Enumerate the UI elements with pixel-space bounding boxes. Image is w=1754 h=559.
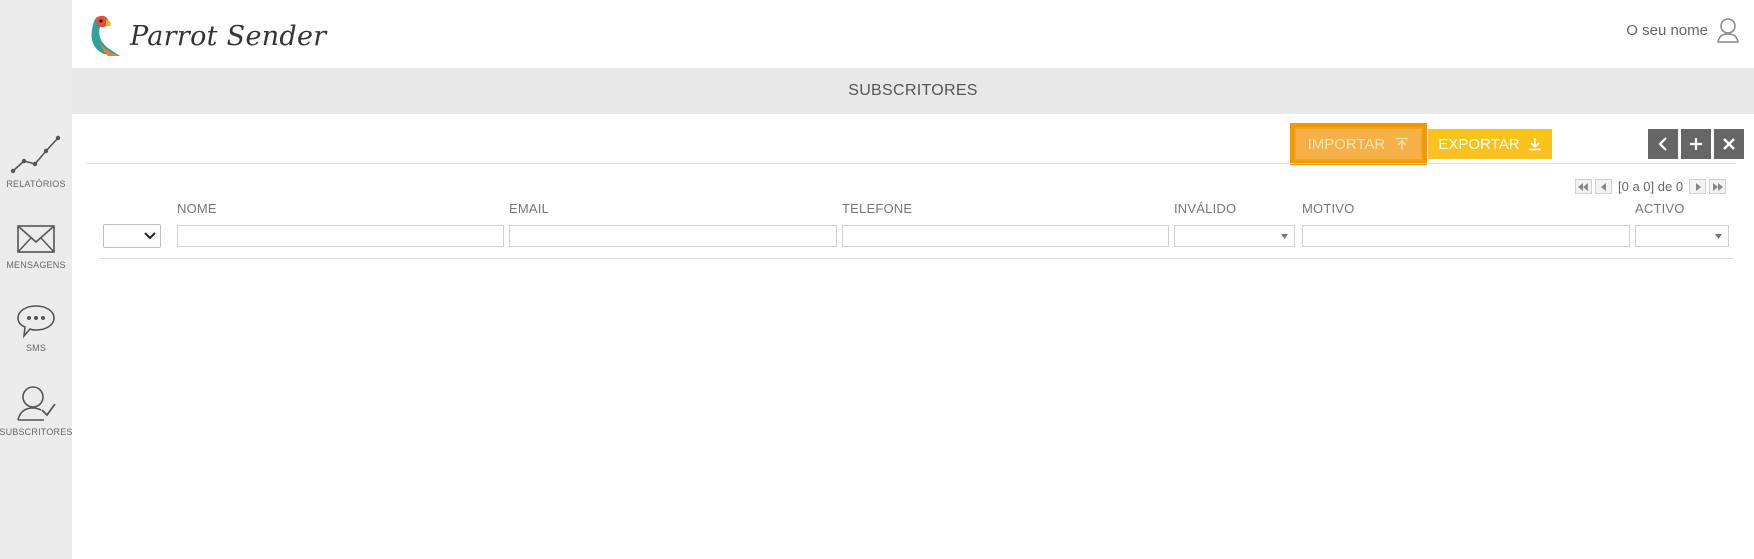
chevron-right-icon [1695, 182, 1701, 191]
user-check-icon [17, 386, 56, 421]
column-header-nome: NOME [177, 201, 217, 216]
chevron-down-icon [144, 232, 156, 240]
plus-icon [1690, 138, 1702, 150]
close-icon [1723, 138, 1735, 150]
caret-down-icon [1715, 233, 1722, 239]
upload-icon [1396, 137, 1409, 150]
column-header-motivo: MOTIVO [1302, 201, 1355, 216]
parrot-logo-icon [91, 15, 120, 56]
chevron-left-icon [1658, 137, 1667, 151]
column-header-email: EMAIL [509, 201, 550, 216]
sidebar: RELATÓRIOS MENSAGENS SMS SUBSCRITORES [0, 0, 72, 559]
pagination: [0 a 0] de 0 [1575, 179, 1727, 194]
envelope-icon [17, 225, 55, 253]
download-icon [1528, 138, 1541, 151]
import-button[interactable]: IMPORTAR [1296, 129, 1421, 159]
page-header-band: SUBSCRITORES [72, 68, 1754, 114]
close-button[interactable] [1714, 129, 1744, 159]
user-icon [1717, 18, 1739, 43]
filter-invalido-select[interactable] [1174, 225, 1295, 247]
chevron-left-icon [1600, 182, 1606, 191]
export-button-label: EXPORTAR [1438, 135, 1520, 153]
export-button[interactable]: EXPORTAR [1428, 129, 1552, 159]
import-button-label: IMPORTAR [1307, 135, 1386, 153]
toolbar-divider [86, 163, 1736, 164]
header: Parrot Sender O seu nome [72, 0, 1754, 68]
first-page-button[interactable] [1575, 179, 1592, 194]
last-page-button[interactable] [1709, 179, 1727, 194]
user-name: O seu nome [1626, 21, 1708, 39]
sidebar-item-label: RELATÓRIOS [6, 179, 66, 189]
sidebar-item-mensagens[interactable]: MENSAGENS [0, 222, 72, 292]
filter-motivo-input[interactable] [1302, 225, 1630, 247]
prev-page-button[interactable] [1595, 179, 1612, 194]
column-header-invalido: INVÁLIDO [1174, 201, 1237, 216]
column-header-activo: ACTIVO [1635, 201, 1685, 216]
filter-nome-input[interactable] [177, 225, 504, 247]
back-button[interactable] [1648, 129, 1678, 159]
brand-name: Parrot Sender [130, 20, 327, 52]
caret-down-icon [1281, 233, 1288, 239]
sidebar-item-label: SMS [25, 343, 47, 353]
brand-logo[interactable]: Parrot Sender [86, 14, 327, 58]
sidebar-item-relatorios[interactable]: RELATÓRIOS [0, 133, 72, 203]
double-chevron-left-icon [1578, 182, 1588, 191]
column-header-telefone: TELEFONE [842, 201, 913, 216]
line-chart-icon [10, 135, 61, 174]
sidebar-item-label: MENSAGENS [6, 260, 66, 270]
filter-email-input[interactable] [509, 225, 837, 247]
filter-activo-select[interactable] [1635, 225, 1729, 247]
pagination-text: [0 a 0] de 0 [1618, 179, 1684, 194]
filter-telefone-input[interactable] [842, 225, 1169, 247]
user-menu[interactable]: O seu nome [1626, 17, 1740, 43]
double-chevron-right-icon [1713, 182, 1724, 191]
table-divider [100, 258, 1733, 259]
sidebar-item-subscritores[interactable]: SUBSCRITORES [0, 383, 72, 453]
sidebar-item-label: SUBSCRITORES [0, 427, 73, 437]
rows-per-page-select[interactable] [103, 224, 161, 248]
page-title: SUBSCRITORES [848, 82, 978, 99]
chat-bubble-icon [17, 305, 55, 339]
add-button[interactable] [1681, 129, 1711, 159]
sidebar-item-sms[interactable]: SMS [0, 303, 72, 373]
next-page-button[interactable] [1689, 179, 1707, 194]
